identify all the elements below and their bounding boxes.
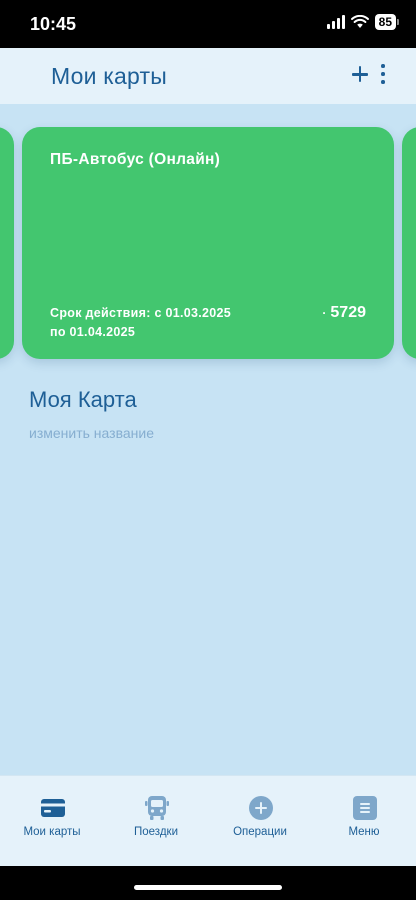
nav-label-my-cards: Мои карты	[23, 826, 81, 838]
previous-card[interactable]	[0, 127, 14, 359]
app-header: Мои карты	[0, 48, 416, 104]
nav-item-my-cards[interactable]: Мои карты	[0, 776, 104, 846]
card-number-digits: 5729	[330, 304, 366, 321]
status-bar: 10:45 85	[0, 0, 416, 48]
nav-label-operations: Операции	[233, 826, 287, 838]
status-icons: 85	[326, 14, 400, 30]
menu-icon	[353, 796, 377, 820]
card-validity-to: по 01.04.2025	[50, 325, 136, 339]
card-number: · 5729	[322, 304, 366, 322]
home-indicator[interactable]	[134, 885, 282, 890]
rename-card-link[interactable]: изменить название	[29, 425, 154, 441]
nav-label-trips: Поездки	[134, 826, 178, 838]
page-title: Мои карты	[51, 63, 167, 89]
status-time: 10:45	[30, 14, 77, 34]
bottom-nav: Мои карты Поездки Операции Меню	[0, 775, 416, 866]
bus-icon	[145, 796, 169, 820]
more-vertical-icon[interactable]	[376, 62, 390, 86]
next-card[interactable]	[402, 127, 416, 359]
home-indicator-area	[0, 866, 416, 900]
add-card-button[interactable]	[346, 60, 374, 88]
signal-icon	[326, 15, 345, 29]
nav-item-operations[interactable]: Операции	[208, 776, 312, 846]
app-screen: Мои карты ПБ-Автобус (Онлайн) Срок дейст…	[0, 48, 416, 866]
nav-item-trips[interactable]: Поездки	[104, 776, 208, 846]
transport-card[interactable]: ПБ-Автобус (Онлайн) Срок действия: с 01.…	[22, 127, 394, 359]
card-title: ПБ-Автобус (Онлайн)	[50, 151, 221, 168]
card-number-prefix: ·	[322, 306, 327, 320]
nav-label-menu: Меню	[348, 826, 380, 838]
card-validity: Срок действия: с 01.03.2025 по 01.04.202…	[50, 304, 231, 342]
wifi-icon	[350, 15, 369, 28]
battery-icon: 85	[374, 14, 400, 30]
plus-circle-icon	[249, 796, 273, 820]
credit-card-icon	[41, 799, 65, 817]
nav-item-menu[interactable]: Меню	[312, 776, 416, 846]
card-name-title: Моя Карта	[29, 387, 137, 412]
card-validity-from: Срок действия: с 01.03.2025	[50, 306, 232, 320]
